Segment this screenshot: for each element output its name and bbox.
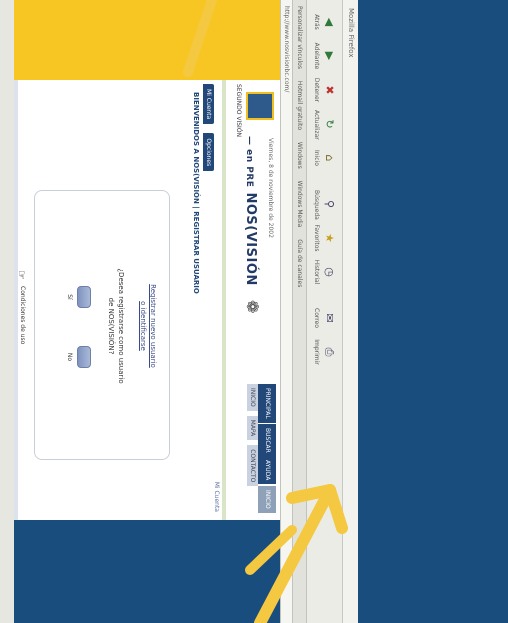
favorites-button[interactable]: ★ Favoritos [308,224,336,252]
register-link[interactable]: Registrar nuevo usuario [149,191,157,461]
yes-label: Sí [66,294,73,300]
dialog-question: ¿Desea registrarse como usuario [117,268,125,384]
back-button[interactable]: ◀ Atrás [308,8,336,36]
toolbar-label: Imprimir [313,339,320,365]
logo-caption: SEGUNDO VISIÓN [235,84,242,138]
stop-button[interactable]: ✖ Detener [308,76,336,104]
link-item[interactable]: Personalizar vínculos [296,6,303,69]
link-item[interactable]: Windows [296,142,303,169]
mail-icon: ✉ [323,313,336,323]
annotation-arrow-bottom [245,484,348,623]
nav-tab[interactable]: PRINCIPAL [258,384,276,423]
home-icon: ⌂ [323,154,336,162]
no-button[interactable] [77,346,91,368]
toolbar-label: Historial [313,259,320,285]
refresh-icon: ↻ [323,119,336,129]
page-date: Viernes, 8 de noviembre de 2002 [267,138,274,238]
divider [222,80,226,520]
stop-icon: ✖ [323,85,336,95]
monitor-bezel [0,0,14,623]
back-arrow-icon: ◀ [323,17,336,27]
tab-account[interactable]: Mi Cuenta [203,84,214,125]
dialog-question-line2: de NOS(VISIÓN? [107,297,115,355]
forward-button[interactable]: ▶ Adelante [308,42,336,70]
web-page: SEGUNDO VISIÓN Viernes, 8 de noviembre d… [14,80,280,520]
annotation-arrow-top [183,0,217,77]
brand-name: NOS(VISIÓN [243,192,258,286]
link-item[interactable]: Guía de canales [296,239,303,287]
search-button[interactable]: ⚲ Búsqueda [308,190,336,220]
history-button[interactable]: ◷ Historial [308,258,336,286]
forward-arrow-icon: ▶ [323,51,336,61]
toolbar-label: Correo [313,308,320,328]
footer-link[interactable]: Condiciones de uso [19,286,26,344]
toolbar-label: Búsqueda [313,190,320,220]
brand-prefix: — en PRE [244,136,254,188]
tab-options[interactable]: Opciones [203,133,214,172]
no-label: No [66,352,73,362]
print-icon: ⎙ [323,347,336,357]
brand-title: — en PRE NOS(VISIÓN [243,136,258,286]
link-item[interactable]: Windows Media [296,181,303,228]
toolbar-label: Favoritos [313,224,320,252]
history-icon: ◷ [323,267,336,277]
print-button[interactable]: ⎙ Imprimir [308,338,336,366]
toolbar-label: Detener [313,77,320,103]
bottom-border [14,80,18,520]
site-logo[interactable] [246,92,274,120]
section-title: BIENVENIDOS A NOS(VISIÓN | REGISTRAR USU… [192,92,200,294]
sub-nav-item[interactable]: MAPA [247,415,258,441]
sub-nav-item[interactable]: INICIO [247,384,258,411]
search-icon: ⚲ [323,199,336,209]
nav-tab[interactable]: BUSCAR [258,424,276,457]
left-margin-band [14,0,280,80]
register-dialog: Registrar nuevo usuario o identificarse … [34,190,170,460]
toolbar-label: Inicio [313,150,320,166]
account-link[interactable]: Mi Cuenta [213,482,220,512]
toolbar-label: Atrás [313,14,320,30]
refresh-button[interactable]: ↻ Actualizar [308,110,336,140]
yes-button[interactable] [77,286,91,308]
link-item[interactable]: Hotmail gratuito [296,81,303,130]
toolbar-label: Adelante [313,42,320,70]
home-button[interactable]: ⌂ Inicio [308,144,336,172]
favorites-icon: ★ [323,233,336,243]
toolbar-label: Actualizar [313,110,320,140]
kiwi-bird-icon: ❁ [243,300,262,314]
mail-button[interactable]: ✉ Correo [308,304,336,332]
login-link[interactable]: o identificarse [139,191,147,461]
account-tabs: Mi Cuenta Opciones [203,80,222,520]
